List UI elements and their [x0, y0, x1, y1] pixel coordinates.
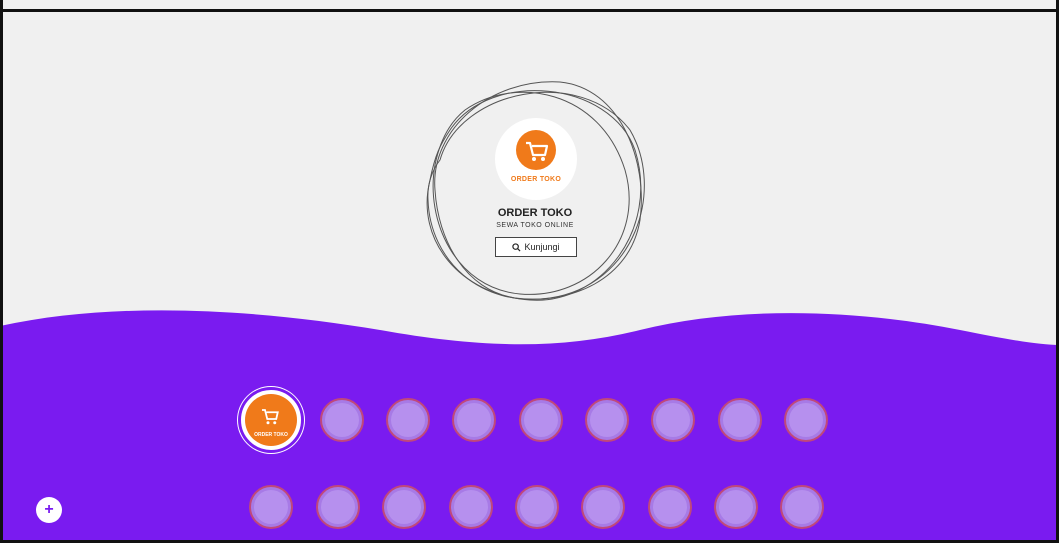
app-logo-icon — [653, 490, 687, 524]
app-item-order-toko[interactable]: ORDER TOKO — [241, 390, 301, 450]
app-logo-icon — [785, 490, 819, 524]
store-subtitle: SEWA TOKO ONLINE — [496, 222, 574, 229]
store-title: ORDER TOKO — [497, 207, 573, 219]
app-logo-icon — [524, 403, 558, 437]
app-item-app-13[interactable] — [449, 485, 493, 529]
app-item-app-8[interactable] — [718, 398, 762, 442]
top-bar — [0, 0, 1059, 12]
cart-icon — [516, 130, 556, 170]
app-item-app-16[interactable] — [648, 485, 692, 529]
app-item-app-10[interactable] — [249, 485, 293, 529]
app-logo-icon — [656, 403, 690, 437]
app-logo-icon — [454, 490, 488, 524]
app-logo-icon — [387, 490, 421, 524]
app-item-app-11[interactable] — [316, 485, 360, 529]
app-item-app-15[interactable] — [581, 485, 625, 529]
visit-button-label: Kunjungi — [524, 242, 560, 252]
app-logo-icon — [325, 403, 359, 437]
app-item-app-9[interactable] — [784, 398, 828, 442]
app-item-app-4[interactable] — [452, 398, 496, 442]
app-item-app-18[interactable] — [780, 485, 824, 529]
featured-store-card: ORDER TOKO ORDER TOKO SEWA TOKO ONLINE K… — [420, 70, 650, 305]
store-logo: ORDER TOKO — [495, 118, 577, 200]
app-logo-icon — [520, 490, 554, 524]
app-logo-icon — [590, 403, 624, 437]
app-item-app-12[interactable] — [382, 485, 426, 529]
store-logo-text: ORDER TOKO — [510, 176, 562, 183]
app-logo-icon — [457, 403, 491, 437]
app-logo-icon — [719, 490, 753, 524]
app-logo-icon — [723, 403, 757, 437]
app-item-app-6[interactable] — [585, 398, 629, 442]
app-item-app-17[interactable] — [714, 485, 758, 529]
visit-button[interactable]: Kunjungi — [495, 237, 577, 257]
app-item-label: ORDER TOKO — [254, 432, 288, 438]
app-logo-icon — [586, 490, 620, 524]
app-logo-icon — [789, 403, 823, 437]
app-logo-icon — [254, 490, 288, 524]
app-logo-icon: ORDER TOKO — [245, 394, 297, 446]
app-item-app-7[interactable] — [651, 398, 695, 442]
app-logo-icon — [391, 403, 425, 437]
search-icon — [512, 242, 521, 252]
app-item-app-14[interactable] — [515, 485, 559, 529]
app-item-app-5[interactable] — [519, 398, 563, 442]
app-item-app-3[interactable] — [386, 398, 430, 442]
add-button[interactable]: + — [36, 497, 62, 523]
app-item-app-2[interactable] — [320, 398, 364, 442]
app-logo-icon — [321, 490, 355, 524]
